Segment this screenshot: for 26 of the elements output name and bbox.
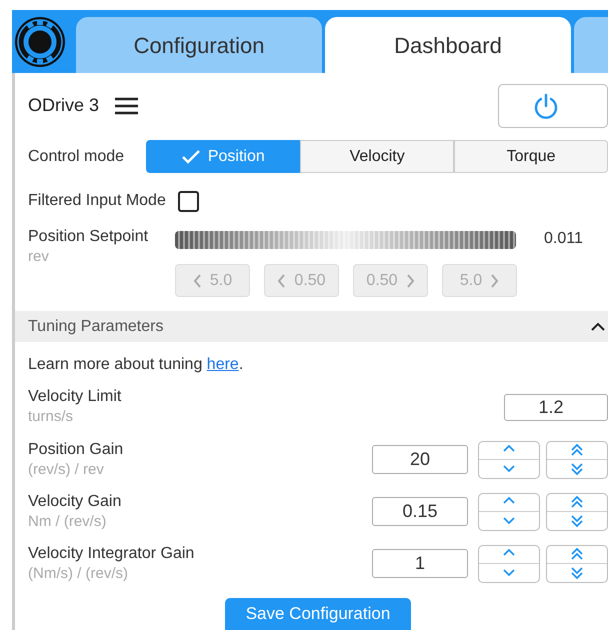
tab[interactable]: Configuration [76,17,322,73]
parameter-label: Position Gain [28,440,124,460]
parameter-label: Velocity Gain [28,492,122,512]
control-mode-option[interactable]: Velocity [300,140,454,174]
setpoint-value: 0.011 [544,229,583,250]
section-title: Tuning Parameters [28,316,164,337]
value-field[interactable]: 20 [372,445,468,474]
section-header[interactable]: Tuning Parameters [15,311,608,342]
tuning-help-text: Learn more about tuning here. [28,354,244,375]
unit-label: (rev/s) / rev [28,460,104,480]
help-link[interactable]: here [206,356,239,373]
unit-label: rev [28,247,50,268]
control-mode-option[interactable]: Torque [454,140,608,174]
unit-label: turns/s [28,406,74,427]
field-label: Filtered Input Mode [28,191,166,212]
value-field[interactable]: 1.2 [504,394,608,421]
device-name: ODrive 3 [28,94,100,118]
tab[interactable]: Dashboard [325,17,571,73]
field-label: Position Setpoint [28,227,150,248]
parameter-label: Velocity Integrator Gain [28,544,194,564]
value-field[interactable]: 1 [372,549,468,578]
parameter-label: Velocity Limit [28,386,122,407]
value-field[interactable]: 0.15 [372,497,468,526]
unit-label: (Nm/s) / (rev/s) [28,564,128,584]
field-label: Control mode [28,146,126,167]
unit-label: Nm / (rev/s) [28,512,106,532]
